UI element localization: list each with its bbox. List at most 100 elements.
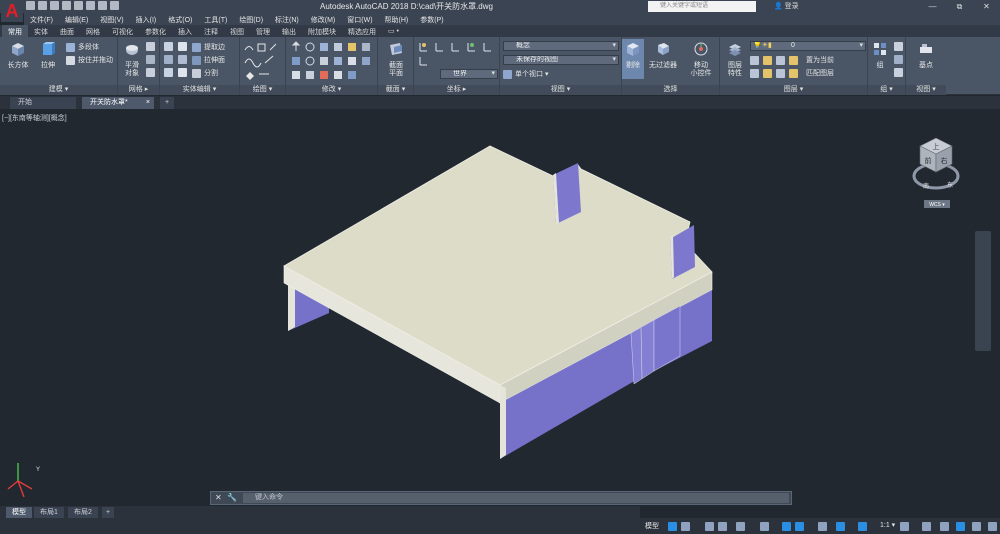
tab-home[interactable]: 常用	[2, 25, 28, 37]
panel-mesh-title[interactable]: 网格 ▸	[118, 85, 159, 95]
minimize-button[interactable]: —	[919, 0, 946, 13]
share-icon[interactable]	[110, 1, 119, 10]
viewcube-front[interactable]: 前	[925, 156, 932, 165]
tab-view[interactable]: 视图	[224, 25, 250, 37]
annotation-visibility-icon[interactable]	[836, 522, 845, 531]
new-icon[interactable]	[26, 1, 35, 10]
compass-south[interactable]: 南	[923, 182, 929, 190]
layer-freeze-icon[interactable]	[776, 55, 785, 65]
lineweight-icon[interactable]	[818, 522, 827, 531]
undo-icon[interactable]	[86, 1, 95, 10]
redo-icon[interactable]	[98, 1, 107, 10]
menu-window[interactable]: 窗口(W)	[341, 13, 378, 25]
panel-view-title[interactable]: 视图 ▾	[500, 85, 621, 95]
customization-icon[interactable]	[988, 522, 997, 531]
tab-overflow[interactable]: ▭ •	[382, 25, 405, 37]
polar-icon[interactable]	[718, 522, 727, 531]
login-button[interactable]: 👤 登录	[774, 1, 799, 11]
layer-lock-icon[interactable]	[789, 55, 798, 65]
viewcube-top[interactable]: 上	[933, 142, 940, 151]
menu-insert[interactable]: 插入(I)	[130, 13, 163, 25]
tab-document[interactable]: 开关防水罩* ×	[82, 97, 154, 109]
union-icon[interactable]	[164, 42, 173, 51]
box-button[interactable]: 长方体	[4, 41, 32, 70]
mesh-crease-icon[interactable]	[146, 68, 155, 77]
tab-mesh[interactable]: 网格	[80, 25, 106, 37]
ungroup-icon[interactable]	[894, 42, 903, 51]
extrude-button[interactable]: 拉伸	[34, 41, 62, 70]
close-button[interactable]: ✕	[973, 0, 1000, 13]
culling-button[interactable]: 剔除	[622, 39, 644, 79]
menu-help[interactable]: 帮助(H)	[379, 13, 415, 25]
group-select-icon[interactable]	[894, 68, 903, 77]
menu-file[interactable]: 文件(F)	[24, 13, 59, 25]
layer-off-icon[interactable]	[750, 55, 759, 65]
match-layer-button[interactable]: 匹配图层	[806, 68, 834, 78]
base-point-button[interactable]: 基点	[912, 41, 940, 70]
close-command-icon[interactable]: ✕	[215, 493, 222, 502]
menu-modify[interactable]: 修改(M)	[305, 13, 342, 25]
command-input[interactable]: 键入命令	[243, 493, 789, 503]
model-canvas[interactable]	[0, 109, 1000, 509]
tab-insert[interactable]: 插入	[172, 25, 198, 37]
annotation-monitor-icon[interactable]	[922, 522, 931, 531]
section-plane-button[interactable]: 截面 平面	[382, 41, 410, 78]
menu-draw[interactable]: 绘图(D)	[233, 13, 269, 25]
object-snap-tracking-icon[interactable]	[760, 522, 769, 531]
menu-edit[interactable]: 编辑(E)	[59, 13, 94, 25]
mesh-refine-icon[interactable]	[146, 55, 155, 64]
tab-solid[interactable]: 实体	[28, 25, 54, 37]
object-snap-icon[interactable]	[782, 522, 791, 531]
model-space-toggle[interactable]: 模型	[645, 521, 659, 531]
group-button[interactable]: 组	[870, 41, 890, 70]
workspace-gear-icon[interactable]	[900, 522, 909, 531]
menu-view[interactable]: 视图(V)	[94, 13, 129, 25]
separate-button[interactable]: 分割	[192, 68, 218, 78]
subtract-icon[interactable]	[164, 55, 173, 64]
viewcube-right[interactable]: 右	[941, 156, 948, 165]
polysolid-button[interactable]: 多段体	[66, 42, 99, 52]
layer-properties-button[interactable]: 图层 特性	[722, 41, 748, 78]
menu-tools[interactable]: 工具(T)	[198, 13, 233, 25]
visual-style-select[interactable]: 概念	[503, 41, 619, 51]
dynamic-ucs-icon[interactable]	[795, 522, 804, 531]
ucs-tools-icon[interactable]	[418, 41, 498, 71]
autocad-logo-icon[interactable]: A	[1, 0, 23, 22]
ucs-world-select[interactable]: 世界	[440, 69, 498, 79]
panel-solid-edit-title[interactable]: 实体编辑 ▾	[160, 85, 239, 95]
isodraft-icon[interactable]	[736, 522, 745, 531]
thicken-icon[interactable]	[178, 55, 187, 64]
extract-edges-button[interactable]: 提取边	[192, 42, 225, 52]
named-view-select[interactable]: 未保存的视图	[503, 55, 619, 65]
navigation-bar[interactable]	[975, 231, 991, 351]
layer-unlock-icon[interactable]	[789, 68, 798, 78]
tab-output[interactable]: 输出	[276, 25, 302, 37]
intersect-icon[interactable]	[164, 68, 173, 77]
group-edit-icon[interactable]	[894, 55, 903, 64]
add-layout-button[interactable]: +	[102, 507, 115, 518]
wcs-menu[interactable]: WCS ▾	[929, 202, 945, 208]
no-filter-button[interactable]: 无过滤器	[648, 41, 678, 70]
isolate-objects-icon[interactable]	[940, 522, 949, 531]
search-input[interactable]: 键入关键字或短语	[648, 1, 756, 12]
open-icon[interactable]	[38, 1, 47, 10]
panel-view-base-title[interactable]: 视图 ▾	[906, 85, 946, 95]
panel-modeling-title[interactable]: 建模 ▾	[0, 85, 117, 95]
tab-manage[interactable]: 管理	[250, 25, 276, 37]
new-tab-button[interactable]: +	[160, 97, 174, 109]
layer-isolate-icon[interactable]	[763, 55, 772, 65]
tab-layout2[interactable]: 布局2	[68, 507, 98, 518]
tab-addins[interactable]: 附加模块	[302, 25, 342, 37]
draw-tools-icon[interactable]	[243, 41, 283, 81]
interfere-icon[interactable]	[178, 68, 187, 77]
tab-surface[interactable]: 曲面	[54, 25, 80, 37]
viewcube-graphic[interactable]: 上 前 右 南 东 WCS ▾	[910, 130, 962, 210]
annotation-scale[interactable]: 1:1 ▾	[880, 521, 895, 529]
mesh-tool-icon[interactable]	[146, 42, 155, 51]
slice-icon[interactable]	[178, 42, 187, 51]
layer-unisolate-icon[interactable]	[763, 68, 772, 78]
layer-thaw-icon[interactable]	[776, 68, 785, 78]
extrude-faces-button[interactable]: 拉伸面	[192, 55, 225, 65]
menu-dimension[interactable]: 标注(N)	[269, 13, 305, 25]
tab-parametric[interactable]: 参数化	[139, 25, 172, 37]
